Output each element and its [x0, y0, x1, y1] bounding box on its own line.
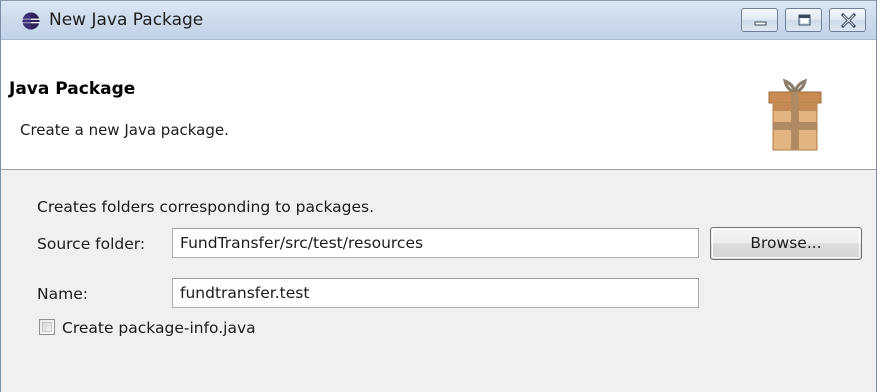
window-title: New Java Package: [49, 10, 204, 30]
form-description: Creates folders corresponding to package…: [37, 198, 375, 216]
name-label: Name:: [37, 285, 88, 303]
maximize-button[interactable]: [785, 8, 822, 32]
source-folder-label: Source folder:: [37, 235, 146, 253]
minimize-icon: [754, 21, 767, 26]
maximize-icon: [798, 14, 811, 26]
create-package-info-label[interactable]: Create package-info.java: [62, 318, 256, 338]
dialog-window: New Java Package Java Package Create a n…: [0, 0, 877, 392]
banner-subtitle: Create a new Java package.: [20, 121, 229, 139]
banner-title: Java Package: [9, 79, 136, 99]
package-gift-icon: [768, 78, 822, 151]
wizard-banner: Java Package Create a new Java package.: [1, 40, 876, 170]
close-button[interactable]: [829, 8, 866, 32]
minimize-button[interactable]: [741, 8, 778, 32]
eclipse-icon: [22, 12, 40, 30]
title-bar[interactable]: New Java Package: [1, 1, 876, 40]
close-icon: [840, 12, 857, 29]
browse-button[interactable]: Browse...: [710, 227, 862, 260]
name-input[interactable]: fundtransfer.test: [172, 278, 699, 308]
source-folder-input[interactable]: FundTransfer/src/test/resources: [172, 228, 699, 258]
create-package-info-checkbox[interactable]: [39, 319, 55, 335]
